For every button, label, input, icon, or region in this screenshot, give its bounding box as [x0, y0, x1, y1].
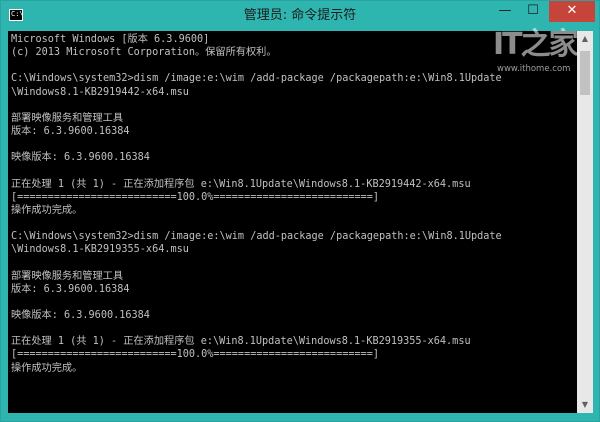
console-line: Microsoft Windows [版本 6.3.9600]: [11, 34, 210, 45]
close-button[interactable]: ✕: [549, 1, 595, 22]
console-line: 版本: 6.3.9600.16384: [11, 283, 130, 295]
console-output[interactable]: Microsoft Windows [版本 6.3.9600] (c) 2013 …: [8, 31, 577, 413]
console-lines: Microsoft Windows [版本 6.3.9600] (c) 2013 …: [11, 33, 502, 375]
watermark: IT之家 www.ithome.com: [493, 25, 579, 87]
console-line: C:\Windows\system32>dism /image:e:\wim /…: [11, 231, 502, 243]
command-prompt-window: C:\ 管理员: 命令提示符 — ☐ ✕ Microsoft Windows […: [0, 0, 600, 422]
console-line: 映像版本: 6.3.9600.16384: [11, 309, 150, 321]
console-line: \Windows8.1-KB2919442-x64.msu: [11, 86, 189, 98]
scroll-up-arrow-icon[interactable]: ▲: [577, 31, 593, 47]
console-line: 版本: 6.3.9600.16384: [11, 125, 130, 137]
console-line: (c) 2013 Microsoft Corporation。保留所有权利。: [11, 47, 277, 59]
console-line: [==========================100.0%=======…: [11, 349, 380, 361]
console-line: 映像版本: 6.3.9600.16384: [11, 152, 150, 164]
console-line: 部署映像服务和管理工具: [11, 270, 124, 282]
console-line: 操作成功完成。: [11, 204, 83, 216]
console-line: 操作成功完成。: [11, 362, 83, 374]
scrollbar-thumb[interactable]: [580, 51, 590, 95]
vertical-scrollbar[interactable]: ▲ ▼: [577, 31, 593, 413]
console-line: \Windows8.1-KB2919355-x64.msu: [11, 244, 189, 256]
minimize-button[interactable]: —: [491, 1, 519, 22]
console-line: 部署映像服务和管理工具: [11, 112, 124, 124]
console-line: 正在处理 1 (共 1) - 正在添加程序包 e:\Win8.1Update\W…: [11, 178, 471, 190]
console-line: [==========================100.0%=======…: [11, 191, 380, 203]
scroll-down-arrow-icon[interactable]: ▼: [577, 397, 593, 413]
watermark-logo: IT之家: [493, 27, 579, 62]
console-line: 正在处理 1 (共 1) - 正在添加程序包 e:\Win8.1Update\W…: [11, 336, 471, 348]
watermark-url: www.ithome.com: [497, 64, 571, 74]
console-line: C:\Windows\system32>dism /image:e:\wim /…: [11, 73, 502, 85]
maximize-button[interactable]: ☐: [519, 1, 547, 22]
